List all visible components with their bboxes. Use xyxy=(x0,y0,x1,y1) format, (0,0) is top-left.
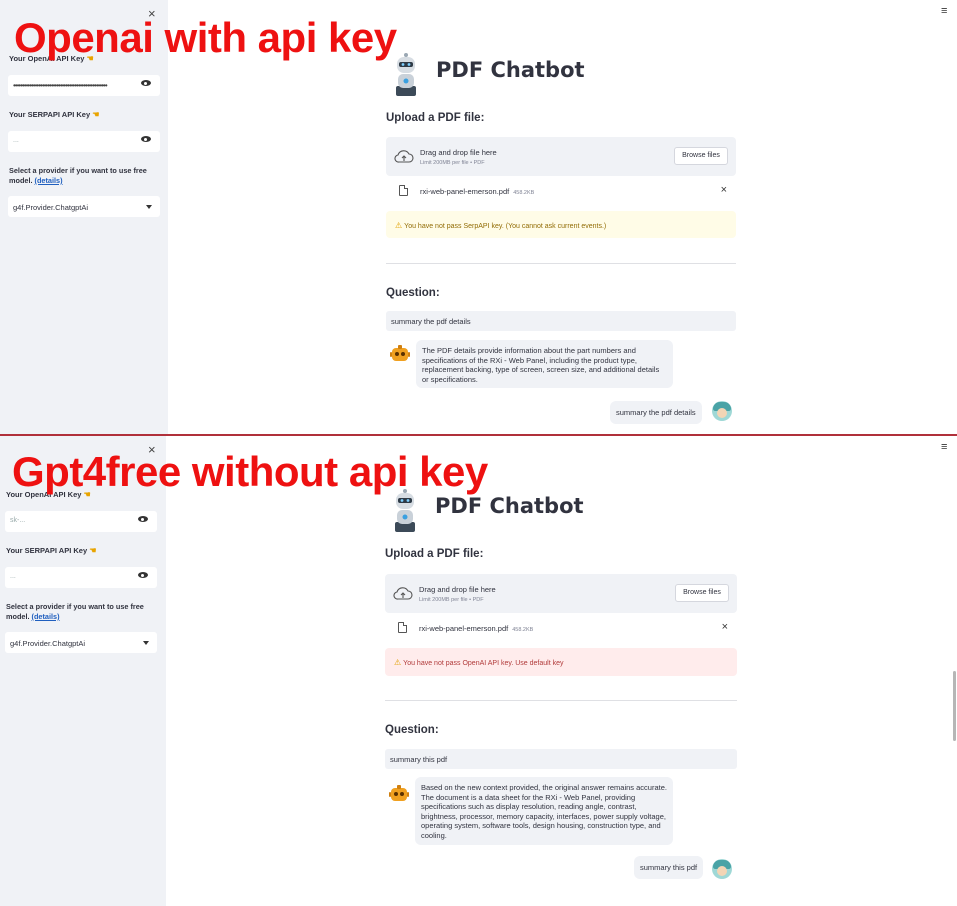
divider xyxy=(385,700,737,701)
question-input[interactable]: summary this pdf xyxy=(385,749,737,769)
eye-icon[interactable] xyxy=(138,516,148,522)
provider-help-text: Select a provider if you want to use fre… xyxy=(6,602,144,621)
question-heading: Question: xyxy=(386,287,440,299)
user-avatar-icon xyxy=(712,859,732,879)
upload-cloud-icon xyxy=(394,150,414,163)
overlay-caption: Openai with api key xyxy=(14,14,397,61)
upload-heading: Upload a PDF file: xyxy=(385,548,484,560)
file-size: 458.2KB xyxy=(513,190,535,196)
provider-help-text: Select a provider if you want to use fre… xyxy=(9,166,147,185)
scrollbar[interactable] xyxy=(953,671,956,741)
menu-icon[interactable]: ≡ xyxy=(941,441,947,453)
file-uploader[interactable]: Drag and drop file here Limit 200MB per … xyxy=(386,137,736,176)
overlay-caption: Gpt4free without api key xyxy=(12,448,488,495)
upload-heading: Upload a PDF file: xyxy=(386,112,485,124)
bot-message: The PDF details provide information abou… xyxy=(416,340,673,388)
openai-key-input[interactable]: ••••••••••••••••••••••••••••••••••••••••… xyxy=(8,75,160,96)
pointing-hand-icon: ☚ xyxy=(92,110,100,119)
user-avatar-icon xyxy=(712,401,732,421)
page-title: PDF Chatbot xyxy=(436,58,585,82)
eye-icon[interactable] xyxy=(141,80,151,86)
sidebar: × Your OpenAI API Key ☚ ••••••••••••••••… xyxy=(0,0,168,434)
warning-icon: ⚠ xyxy=(395,221,403,230)
bot-message: Based on the new context provided, the o… xyxy=(415,777,673,845)
serpapi-key-label: Your SERPAPI API Key ☚ xyxy=(9,110,100,119)
uploaded-file-row: rxi-web-panel-emerson.pdf 458.2KB × xyxy=(385,619,737,639)
file-icon xyxy=(398,622,407,633)
browse-files-button[interactable]: Browse files xyxy=(674,147,728,165)
eye-icon[interactable] xyxy=(138,572,148,578)
bot-avatar-icon xyxy=(390,345,410,361)
drag-drop-text: Drag and drop file here xyxy=(419,585,496,594)
file-name: rxi-web-panel-emerson.pdf 458.2KB xyxy=(420,187,535,196)
warning-alert: ⚠ You have not pass SerpAPI key. (You can… xyxy=(386,211,736,238)
bot-avatar-icon xyxy=(389,785,409,801)
openai-panel: × Your OpenAI API Key ☚ ••••••••••••••••… xyxy=(0,0,957,434)
drag-drop-text: Drag and drop file here xyxy=(420,148,497,157)
serpapi-key-label: Your SERPAPI API Key ☚ xyxy=(6,546,97,555)
file-size: 458.2KB xyxy=(512,627,534,633)
sidebar: × Your OpenAI API Key ☚ sk-... Your SERP… xyxy=(0,436,166,906)
remove-file-icon[interactable]: × xyxy=(722,621,728,633)
divider xyxy=(386,263,736,264)
question-input[interactable]: summary the pdf details xyxy=(386,311,736,331)
provider-select[interactable]: g4f.Provider.ChatgptAi xyxy=(5,632,157,653)
upload-cloud-icon xyxy=(393,587,413,600)
serpapi-key-input[interactable]: ... xyxy=(5,567,157,588)
file-uploader[interactable]: Drag and drop file here Limit 200MB per … xyxy=(385,574,737,613)
user-message: summary the pdf details xyxy=(610,401,702,424)
file-icon xyxy=(399,185,408,196)
eye-icon[interactable] xyxy=(141,136,151,142)
serpapi-key-input[interactable]: ... xyxy=(8,131,160,152)
pointing-hand-icon: ☚ xyxy=(89,546,97,555)
upload-limit-text: Limit 200MB per file • PDF xyxy=(419,597,484,603)
error-alert: ⚠ You have not pass OpenAI API key. Use d… xyxy=(385,648,737,676)
details-link[interactable]: (details) xyxy=(32,612,60,621)
menu-icon[interactable]: ≡ xyxy=(941,5,947,17)
remove-file-icon[interactable]: × xyxy=(721,184,727,196)
question-heading: Question: xyxy=(385,724,439,736)
warning-icon: ⚠ xyxy=(394,658,402,667)
openai-key-input[interactable]: sk-... xyxy=(5,511,157,532)
page-title: PDF Chatbot xyxy=(435,494,584,518)
user-message: summary this pdf xyxy=(634,856,704,879)
uploaded-file-row: rxi-web-panel-emerson.pdf 458.2KB × xyxy=(386,182,736,202)
chevron-down-icon xyxy=(146,205,152,209)
upload-limit-text: Limit 200MB per file • PDF xyxy=(420,160,485,166)
gpt4free-panel: × Your OpenAI API Key ☚ sk-... Your SERP… xyxy=(0,436,957,906)
browse-files-button[interactable]: Browse files xyxy=(675,584,729,602)
provider-select[interactable]: g4f.Provider.ChatgptAi xyxy=(8,196,160,217)
chevron-down-icon xyxy=(143,641,149,645)
file-name: rxi-web-panel-emerson.pdf 458.2KB xyxy=(419,624,534,633)
details-link[interactable]: (details) xyxy=(35,176,63,185)
